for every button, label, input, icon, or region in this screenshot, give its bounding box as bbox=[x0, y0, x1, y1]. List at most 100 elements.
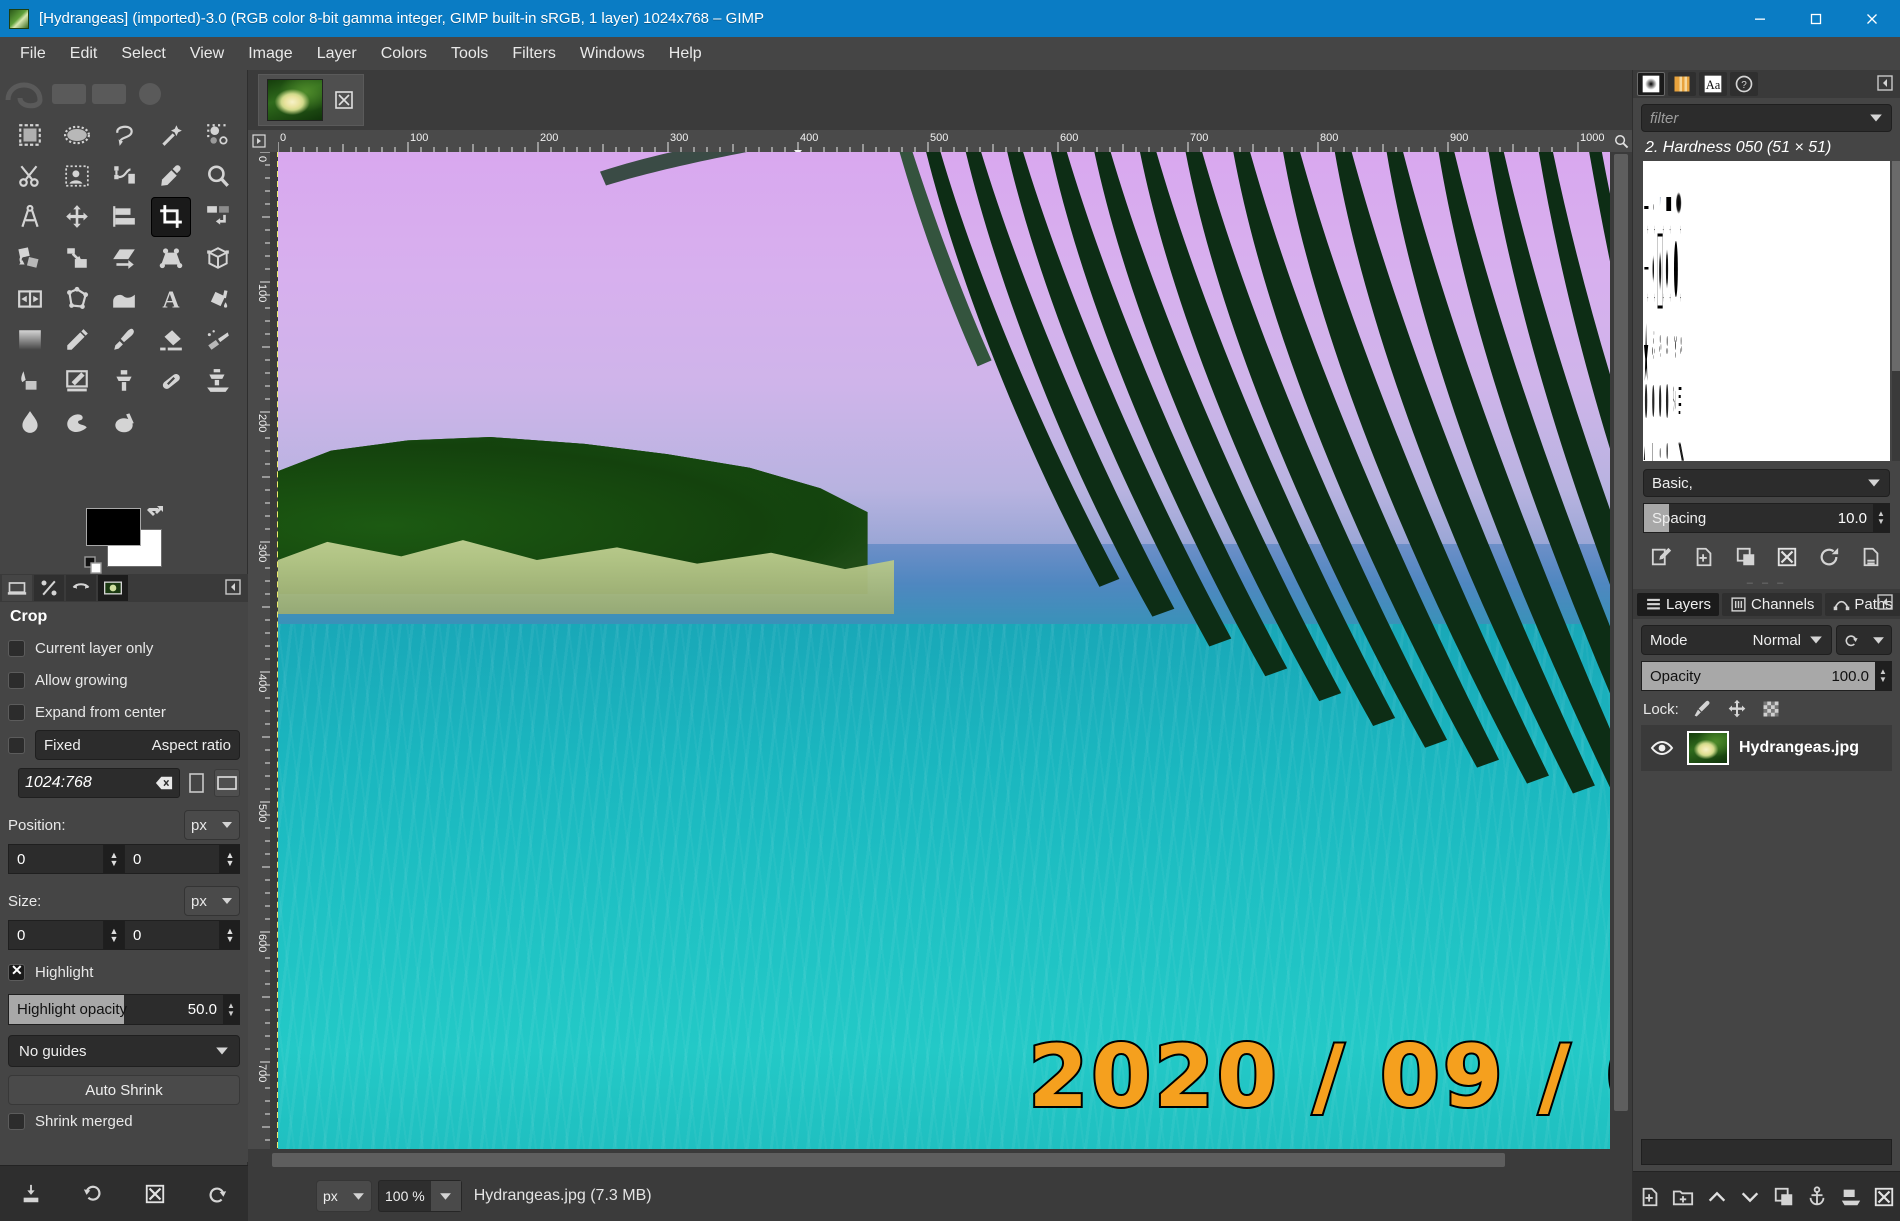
vertical-ruler[interactable]: 0 100 200 300 400 500 600 700 bbox=[248, 152, 270, 1149]
checkbox-highlight[interactable] bbox=[8, 962, 25, 981]
document-history-tab[interactable]: ? bbox=[1730, 72, 1758, 96]
highlight-opacity-slider[interactable]: Highlight opacity 50.0 ▲ ▼ bbox=[8, 994, 240, 1025]
measure-icon[interactable] bbox=[10, 197, 50, 237]
layer-mode-extras[interactable] bbox=[1836, 625, 1892, 655]
paintbrush-icon[interactable] bbox=[104, 320, 144, 360]
position-y-input[interactable]: 0 bbox=[124, 844, 220, 874]
option-current-layer-only[interactable]: Current layer only bbox=[8, 632, 240, 664]
maximize-button[interactable] bbox=[1788, 0, 1844, 37]
smudge-icon[interactable] bbox=[57, 402, 97, 442]
layer-opacity-stepper[interactable]: ▲ ▼ bbox=[1875, 662, 1891, 690]
scissors-select-icon[interactable] bbox=[10, 156, 50, 196]
dock-resize-grip[interactable]: – – – bbox=[1633, 577, 1900, 589]
shear-icon[interactable] bbox=[104, 238, 144, 278]
brush-tag-combo[interactable]: Basic, bbox=[1643, 469, 1890, 497]
position-x-input[interactable]: 0 bbox=[8, 844, 104, 874]
auto-shrink-button[interactable]: Auto Shrink bbox=[8, 1075, 240, 1105]
move-icon[interactable] bbox=[57, 197, 97, 237]
duplicate-layer-icon[interactable] bbox=[1769, 1182, 1799, 1212]
ellipse-select-icon[interactable] bbox=[57, 115, 97, 155]
lower-layer-icon[interactable] bbox=[1735, 1182, 1765, 1212]
close-button[interactable] bbox=[1844, 0, 1900, 37]
horizontal-ruler[interactable]: 0 100 200 300 400 500 600 700 800 900 10… bbox=[270, 130, 1610, 152]
raise-layer-icon[interactable] bbox=[1702, 1182, 1732, 1212]
brush-grid-scrollbar[interactable] bbox=[1892, 161, 1900, 461]
paths-icon[interactable] bbox=[104, 156, 144, 196]
size-width-stepper[interactable]: ▲ ▼ bbox=[104, 920, 124, 950]
rotate-icon[interactable] bbox=[10, 238, 50, 278]
foreground-color-swatch[interactable] bbox=[86, 508, 141, 546]
brush-filter-input[interactable]: filter bbox=[1641, 104, 1892, 132]
menu-file[interactable]: File bbox=[8, 41, 58, 67]
lock-alpha-icon[interactable] bbox=[1761, 699, 1781, 719]
reset-colors-icon[interactable] bbox=[84, 550, 108, 574]
device-status-tab[interactable] bbox=[34, 575, 64, 601]
zoom-icon[interactable] bbox=[198, 156, 238, 196]
brushes-tab[interactable] bbox=[1637, 72, 1665, 96]
layer-mode-combo[interactable]: Mode Normal bbox=[1641, 625, 1832, 655]
tool-options-tab[interactable] bbox=[2, 575, 32, 601]
text-icon[interactable]: A bbox=[151, 279, 191, 319]
landscape-orientation-icon[interactable] bbox=[214, 769, 240, 797]
foreground-select-icon[interactable] bbox=[57, 156, 97, 196]
menu-filters[interactable]: Filters bbox=[500, 41, 568, 67]
size-height-stepper[interactable]: ▲ ▼ bbox=[220, 920, 240, 950]
merge-down-icon[interactable] bbox=[1836, 1182, 1866, 1212]
size-height-input[interactable]: 0 bbox=[124, 920, 220, 950]
checkbox-expand-from-center[interactable] bbox=[8, 703, 25, 721]
portrait-orientation-icon[interactable] bbox=[184, 769, 210, 797]
delete-layer-icon[interactable] bbox=[1869, 1182, 1899, 1212]
free-select-icon[interactable] bbox=[104, 115, 144, 155]
statusbar-zoom-combo[interactable]: 100 % bbox=[378, 1180, 462, 1212]
dock-collapse-icon[interactable] bbox=[224, 578, 242, 596]
flip-icon[interactable] bbox=[10, 279, 50, 319]
brush-grid[interactable]: + + + + + + + + + + bbox=[1643, 161, 1890, 461]
dodge-burn-icon[interactable] bbox=[104, 402, 144, 442]
fixed-aspect-combo[interactable]: Fixed Aspect ratio bbox=[35, 730, 240, 760]
canvas-zoom-icon[interactable] bbox=[1610, 130, 1632, 152]
transform-icon[interactable] bbox=[198, 197, 238, 237]
option-highlight[interactable]: Highlight bbox=[8, 956, 240, 988]
image-content[interactable]: 2020 / 09 / 03 bbox=[277, 152, 1610, 1149]
layer-row-hydrangeas[interactable]: Hydrangeas.jpg bbox=[1641, 725, 1892, 771]
alignment-icon[interactable] bbox=[104, 197, 144, 237]
spacing-stepper[interactable]: ▲ ▼ bbox=[1873, 504, 1889, 532]
airbrush-icon[interactable] bbox=[198, 320, 238, 360]
checkbox-fixed[interactable] bbox=[8, 736, 25, 754]
layer-visibility-icon[interactable] bbox=[1647, 736, 1677, 760]
position-y-stepper[interactable]: ▲ ▼ bbox=[220, 844, 240, 874]
ink-icon[interactable] bbox=[10, 361, 50, 401]
cage-transform-icon[interactable] bbox=[57, 279, 97, 319]
3d-transform-icon[interactable] bbox=[198, 238, 238, 278]
minimize-button[interactable] bbox=[1732, 0, 1788, 37]
color-picker-icon[interactable] bbox=[151, 156, 191, 196]
menu-layer[interactable]: Layer bbox=[305, 41, 369, 67]
layer-opacity-slider[interactable]: Opacity 100.0 ▲ ▼ bbox=[1641, 661, 1892, 691]
new-layer-icon[interactable] bbox=[1635, 1182, 1665, 1212]
new-layer-group-icon[interactable] bbox=[1668, 1182, 1698, 1212]
menu-select[interactable]: Select bbox=[109, 41, 177, 67]
position-unit-combo[interactable]: px bbox=[184, 810, 240, 840]
fuzzy-select-icon[interactable] bbox=[151, 115, 191, 155]
new-brush-icon[interactable] bbox=[1689, 542, 1719, 572]
layers-dock-collapse-icon[interactable] bbox=[1876, 593, 1894, 611]
canvas-horizontal-scrollbar[interactable] bbox=[270, 1149, 1610, 1171]
rect-select-icon[interactable] bbox=[10, 115, 50, 155]
refresh-brushes-icon[interactable] bbox=[1814, 542, 1844, 572]
crop-icon[interactable] bbox=[151, 196, 192, 237]
position-x-stepper[interactable]: ▲ ▼ bbox=[104, 844, 124, 874]
option-shrink-merged[interactable]: Shrink merged bbox=[8, 1105, 240, 1137]
lock-pixels-icon[interactable] bbox=[1693, 699, 1713, 719]
reset-tool-options-icon[interactable] bbox=[199, 1176, 235, 1212]
eraser-icon[interactable] bbox=[151, 320, 191, 360]
scale-icon[interactable] bbox=[57, 238, 97, 278]
blur-sharpen-icon[interactable] bbox=[10, 402, 50, 442]
images-tab[interactable] bbox=[98, 575, 128, 601]
duplicate-brush-icon[interactable] bbox=[1731, 542, 1761, 572]
aspect-ratio-input[interactable]: 1024:768 bbox=[18, 768, 180, 798]
restore-tool-preset-icon[interactable] bbox=[75, 1176, 111, 1212]
select-by-color-icon[interactable] bbox=[198, 115, 238, 155]
menu-windows[interactable]: Windows bbox=[568, 41, 657, 67]
size-width-input[interactable]: 0 bbox=[8, 920, 104, 950]
undo-history-tab[interactable] bbox=[66, 575, 96, 601]
